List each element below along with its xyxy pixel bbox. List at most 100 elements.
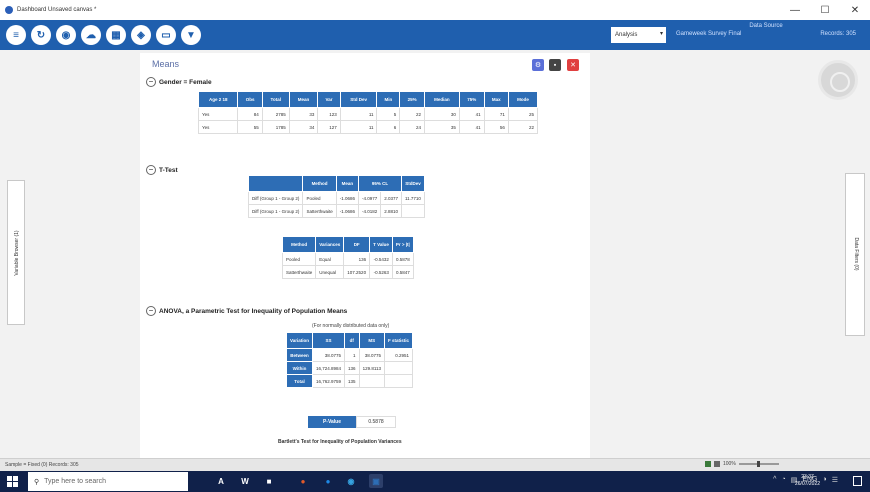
table-cell: 5	[376, 107, 401, 121]
select-target-icon[interactable]	[818, 60, 858, 100]
cloud-icon[interactable]: ☁	[81, 25, 101, 45]
table-header-row: Method Variances DF T Value Pr > |t|	[281, 236, 414, 253]
taskbar-app[interactable]: ●	[321, 474, 335, 488]
column-header: Mean	[288, 91, 319, 108]
table-cell: 129.8113	[358, 361, 386, 375]
settings-icon[interactable]: ⚙	[532, 59, 544, 71]
layout-icon[interactable]	[714, 461, 720, 467]
taskbar-clock[interactable]: 23:37 26/07/2022	[795, 474, 820, 488]
close-icon[interactable]: ✕	[567, 59, 579, 71]
minimize-button[interactable]: —	[780, 0, 810, 20]
ttest-table: Method Mean 95% CL StdDev Diff (Group 1 …	[247, 175, 425, 218]
column-header: Min	[376, 91, 401, 108]
app-icon	[5, 6, 13, 14]
network-icon[interactable]: ☰	[832, 476, 838, 484]
row-header: Within	[285, 361, 314, 375]
table-row: Diff (Group 1 - Group 2) Pooled -1.0686 …	[247, 191, 425, 205]
data-source-info: Data Source Gameweek Survey Final Record…	[676, 21, 856, 37]
windows-start-icon[interactable]	[7, 476, 18, 487]
table-row: Satterthwaite Unequal 107.2520 -0.5263 0…	[281, 265, 414, 279]
table-row: Yes 55 1785 34 127 11 6 24 35 41 56 22	[197, 120, 539, 134]
table-cell: Yes	[197, 120, 239, 134]
table-row: Between 38.0775 1 38.0775 0.2951	[285, 348, 414, 362]
window-controls: — ☐ ✕	[780, 0, 870, 20]
section-gender[interactable]: − Gender = Female	[146, 77, 212, 87]
status-text: Sample = Fixed (0) Records: 305	[5, 462, 79, 468]
volume-icon[interactable]: ◑	[822, 476, 826, 484]
table-cell: Satterthwaite	[281, 265, 317, 279]
taskbar-app[interactable]: ▣	[369, 474, 383, 488]
column-header: 95% CL	[357, 175, 403, 192]
column-header: StdDev	[401, 175, 425, 192]
data-source-name[interactable]: Gameweek Survey Final	[676, 31, 741, 37]
column-header: Mode	[507, 91, 539, 108]
collapse-icon[interactable]: −	[146, 77, 156, 87]
grid-icon[interactable]: ▦	[106, 25, 126, 45]
taskbar-search[interactable]: ⚲ Type here to search	[28, 472, 188, 491]
table-cell: 33	[288, 107, 319, 121]
taskbar-app[interactable]: A	[214, 474, 228, 488]
taskbar-app[interactable]: ●	[296, 474, 310, 488]
column-header: Max	[483, 91, 509, 108]
status-bar: Sample = Fixed (0) Records: 305 100%	[0, 458, 870, 471]
taskbar-app[interactable]: ■	[262, 474, 276, 488]
os-taskbar: ⚲ Type here to search A W ■ ● ● ◉ ▣ ^ ◔ …	[0, 471, 870, 492]
table-row: Pooled Equal 136 -0.5432 0.5878	[281, 252, 414, 266]
ttest-method-table: Method Variances DF T Value Pr > |t| Poo…	[281, 236, 414, 279]
row-header: Total	[285, 374, 314, 388]
column-header: Method	[281, 236, 317, 253]
table-cell: 1785	[261, 120, 290, 134]
data-source-header: Data Source	[749, 23, 783, 29]
table-header-row: Age 2 18 Obs Total Mean Var Std Dev Min …	[197, 91, 539, 108]
table-cell: 2.0377	[380, 191, 402, 205]
section-ttest[interactable]: − T-Test	[146, 165, 178, 175]
section-anova[interactable]: − ANOVA, a Parametric Test for Inequalit…	[146, 306, 347, 316]
taskbar-app[interactable]: W	[238, 474, 252, 488]
anova-note: (For normally distributed data only)	[312, 323, 390, 329]
stats-icon[interactable]: ◉	[56, 25, 76, 45]
notification-icon[interactable]	[853, 476, 862, 486]
variable-browser-tab[interactable]: Variable Browser (1)	[7, 180, 25, 325]
column-header: Mean	[335, 175, 359, 192]
table-cell	[383, 374, 414, 388]
filter-icon[interactable]: ▼	[181, 25, 201, 45]
table-cell: 30	[424, 107, 460, 121]
data-filters-tab[interactable]: Data Filters (0)	[845, 173, 865, 336]
maximize-button[interactable]: ☐	[810, 0, 840, 20]
zoom-control[interactable]: 100%	[705, 461, 779, 467]
collapse-icon[interactable]: −	[146, 165, 156, 175]
zoom-slider[interactable]	[738, 461, 779, 467]
column-header: SS	[312, 332, 346, 349]
table-cell: Pooled	[302, 191, 337, 205]
collapse-icon[interactable]: −	[146, 306, 156, 316]
table-row: Within 16,724.8984 136 129.8113	[285, 361, 414, 375]
save-icon[interactable]: ▪	[549, 59, 561, 71]
table-cell: 6	[376, 120, 401, 134]
analysis-select[interactable]: Analysis ▾	[611, 27, 666, 43]
column-header: Variation	[285, 332, 314, 349]
chart-icon[interactable]: ◈	[131, 25, 151, 45]
table-cell: 35	[424, 120, 460, 134]
tray-icon[interactable]: ◔	[781, 476, 785, 484]
table-cell: 11	[339, 107, 378, 121]
table-cell: -1.0686	[335, 204, 359, 218]
close-button[interactable]: ✕	[840, 0, 870, 20]
row-header: Between	[285, 348, 314, 362]
taskbar-app[interactable]: ◉	[344, 474, 358, 488]
gender-table: Age 2 18 Obs Total Mean Var Std Dev Min …	[197, 91, 539, 134]
tray-expand-icon[interactable]: ^	[773, 476, 776, 484]
refresh-icon[interactable]: ↻	[31, 25, 51, 45]
variable-browser-label: Variable Browser (1)	[14, 230, 20, 276]
monitor-icon[interactable]: ▭	[156, 25, 176, 45]
table-cell: Satterthwaite	[302, 204, 337, 218]
p-value-box: P-Value 0.5878	[308, 416, 396, 428]
table-cell	[383, 361, 414, 375]
view-icon[interactable]	[705, 461, 711, 467]
table-cell: 1	[344, 348, 360, 362]
list-icon[interactable]: ≡	[6, 25, 26, 45]
column-header: Age 2 18	[197, 91, 239, 108]
table-cell: 107.2520	[343, 265, 371, 279]
table-cell: 41	[458, 107, 485, 121]
table-cell: Yes	[197, 107, 239, 121]
clock-date: 26/07/2022	[795, 481, 821, 487]
